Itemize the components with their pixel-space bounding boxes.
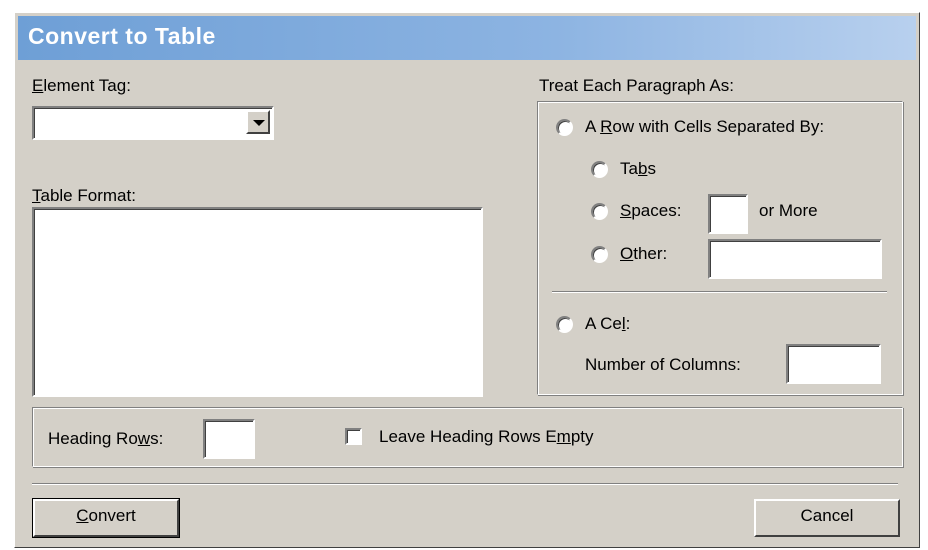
tabs-radio[interactable] [591, 161, 608, 178]
number-of-columns-label: Number of Columns: [585, 355, 741, 374]
dialog-title: Convert to Table [28, 23, 216, 49]
leave-heading-rows-empty-label[interactable]: Leave Heading Rows Empty [379, 427, 594, 447]
other-separator-input[interactable] [708, 239, 882, 279]
heading-rows-input[interactable] [203, 419, 255, 459]
element-tag-label: Element Tag: [32, 76, 131, 95]
convert-to-table-dialog: Convert to Table Element Tag: Table Form… [14, 12, 920, 548]
chevron-down-icon [253, 120, 265, 126]
cell-label[interactable]: A Cel: [585, 314, 630, 334]
number-of-columns-input[interactable] [786, 344, 881, 384]
element-tag-dropdown-button[interactable] [246, 110, 270, 134]
cell-radio[interactable] [556, 316, 573, 333]
treat-paragraph-label: Treat Each Paragraph As: [539, 76, 734, 95]
spaces-radio[interactable] [591, 203, 608, 220]
table-format-label: Table Format: [32, 186, 136, 205]
bottom-divider [32, 483, 898, 485]
title-bar[interactable]: Convert to Table [18, 16, 916, 60]
convert-button[interactable]: Convert [32, 498, 180, 538]
row-separated-label[interactable]: A Row with Cells Separated By: [585, 117, 824, 137]
element-tag-combobox[interactable] [32, 106, 274, 140]
leave-heading-rows-empty-checkbox[interactable] [345, 428, 362, 445]
or-more-label: or More [759, 201, 818, 220]
spaces-count-input[interactable] [708, 194, 748, 234]
other-label[interactable]: Other: [620, 244, 667, 264]
other-radio[interactable] [591, 246, 608, 263]
row-separated-radio[interactable] [556, 119, 573, 136]
table-format-listbox[interactable] [32, 207, 483, 397]
spaces-label[interactable]: Spaces: [620, 201, 681, 221]
heading-rows-label: Heading Rows: [48, 429, 164, 448]
cancel-button[interactable]: Cancel [754, 499, 900, 537]
group-divider [552, 291, 887, 293]
tabs-label[interactable]: Tabs [620, 159, 656, 179]
